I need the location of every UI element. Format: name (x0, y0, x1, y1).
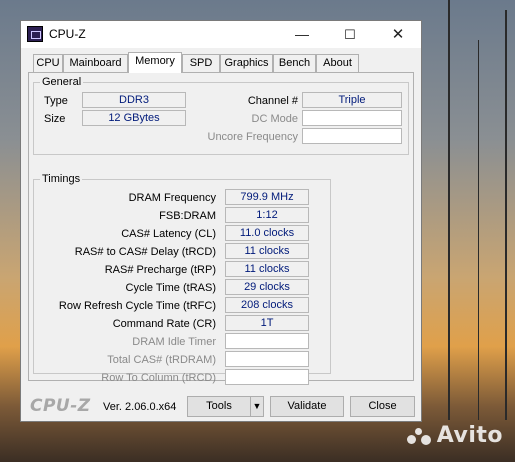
timing-value-command-rate: 1T (225, 315, 309, 331)
tools-button[interactable]: Tools (187, 396, 251, 417)
bottom-bar: CPU-Z Ver. 2.06.0.x64 Tools ▼ Validate C… (21, 393, 421, 419)
cpuz-brand-logo: CPU-Z (30, 396, 91, 416)
minimize-button[interactable]: — (279, 21, 325, 48)
timing-value-row-to-column (225, 369, 309, 385)
memory-panel: General Type DDR3 Size 12 GBytes Channel… (28, 72, 414, 385)
timing-value-trcd: 11 clocks (225, 243, 309, 259)
timing-label-fsb-dram: FSB:DRAM (159, 210, 216, 222)
version-label: Ver. 2.06.0.x64 (103, 401, 177, 413)
timing-label-trfc: Row Refresh Cycle Time (tRFC) (58, 300, 216, 312)
type-label: Type (44, 95, 68, 107)
tab-spd[interactable]: SPD (182, 54, 220, 72)
cpuz-window: CPU-Z — ☐ ✕ CPU Mainboard Memory SPD Gra… (20, 20, 422, 422)
timings-group-title: Timings (40, 173, 83, 185)
tab-bench[interactable]: Bench (273, 54, 316, 72)
timing-value-dram-idle-timer (225, 333, 309, 349)
timing-value-trp: 11 clocks (225, 261, 309, 277)
title-bar[interactable]: CPU-Z — ☐ ✕ (21, 21, 421, 48)
timing-value-dram-frequency: 799.9 MHz (225, 189, 309, 205)
timing-value-tras: 29 clocks (225, 279, 309, 295)
tab-mainboard[interactable]: Mainboard (63, 54, 128, 72)
channel-label: Channel # (247, 95, 298, 107)
timing-label-row-to-column: Row To Column (tRCD) (101, 372, 216, 384)
timing-value-trfc: 208 clocks (225, 297, 309, 313)
timings-group: Timings DRAM Frequency 799.9 MHz FSB:DRA… (33, 173, 331, 385)
timing-label-dram-idle-timer: DRAM Idle Timer (132, 336, 216, 348)
avito-logo-icon (406, 426, 433, 446)
uncore-frequency-value (302, 128, 402, 144)
tools-dropdown-button[interactable]: ▼ (250, 396, 264, 417)
close-button[interactable]: Close (350, 396, 415, 417)
size-value: 12 GBytes (82, 110, 186, 126)
size-label: Size (44, 113, 66, 125)
cpuz-app-icon (27, 26, 43, 42)
tab-memory[interactable]: Memory (128, 52, 182, 73)
uncore-frequency-label: Uncore Frequency (207, 131, 299, 143)
timing-label-command-rate: Command Rate (CR) (112, 318, 216, 330)
general-group: General Type DDR3 Size 12 GBytes Channel… (33, 76, 409, 155)
general-group-title: General (40, 76, 84, 88)
dcmode-label: DC Mode (251, 113, 298, 125)
type-value: DDR3 (82, 92, 186, 108)
timing-value-fsb-dram: 1:12 (225, 207, 309, 223)
tab-cpu[interactable]: CPU (33, 54, 63, 72)
close-window-button[interactable]: ✕ (375, 21, 421, 48)
dcmode-value (302, 110, 402, 126)
channel-value: Triple (302, 92, 402, 108)
timing-label-trp: RAS# Precharge (tRP) (104, 264, 216, 276)
background-mast (505, 10, 507, 420)
background-mast (478, 40, 479, 420)
timing-label-dram-frequency: DRAM Frequency (128, 192, 216, 204)
tab-about[interactable]: About (316, 54, 359, 72)
timing-label-cas-latency: CAS# Latency (CL) (121, 228, 216, 240)
avito-watermark: Avito (406, 423, 503, 448)
maximize-button[interactable]: ☐ (327, 21, 373, 48)
timing-value-total-cas (225, 351, 309, 367)
tab-graphics[interactable]: Graphics (220, 54, 273, 72)
timing-label-trcd: RAS# to CAS# Delay (tRCD) (74, 246, 216, 258)
background-mast (448, 0, 450, 420)
timing-label-total-cas: Total CAS# (tRDRAM) (107, 354, 216, 366)
timing-value-cas-latency: 11.0 clocks (225, 225, 309, 241)
timing-label-tras: Cycle Time (tRAS) (125, 282, 216, 294)
window-title: CPU-Z (49, 27, 86, 41)
validate-button[interactable]: Validate (270, 396, 344, 417)
